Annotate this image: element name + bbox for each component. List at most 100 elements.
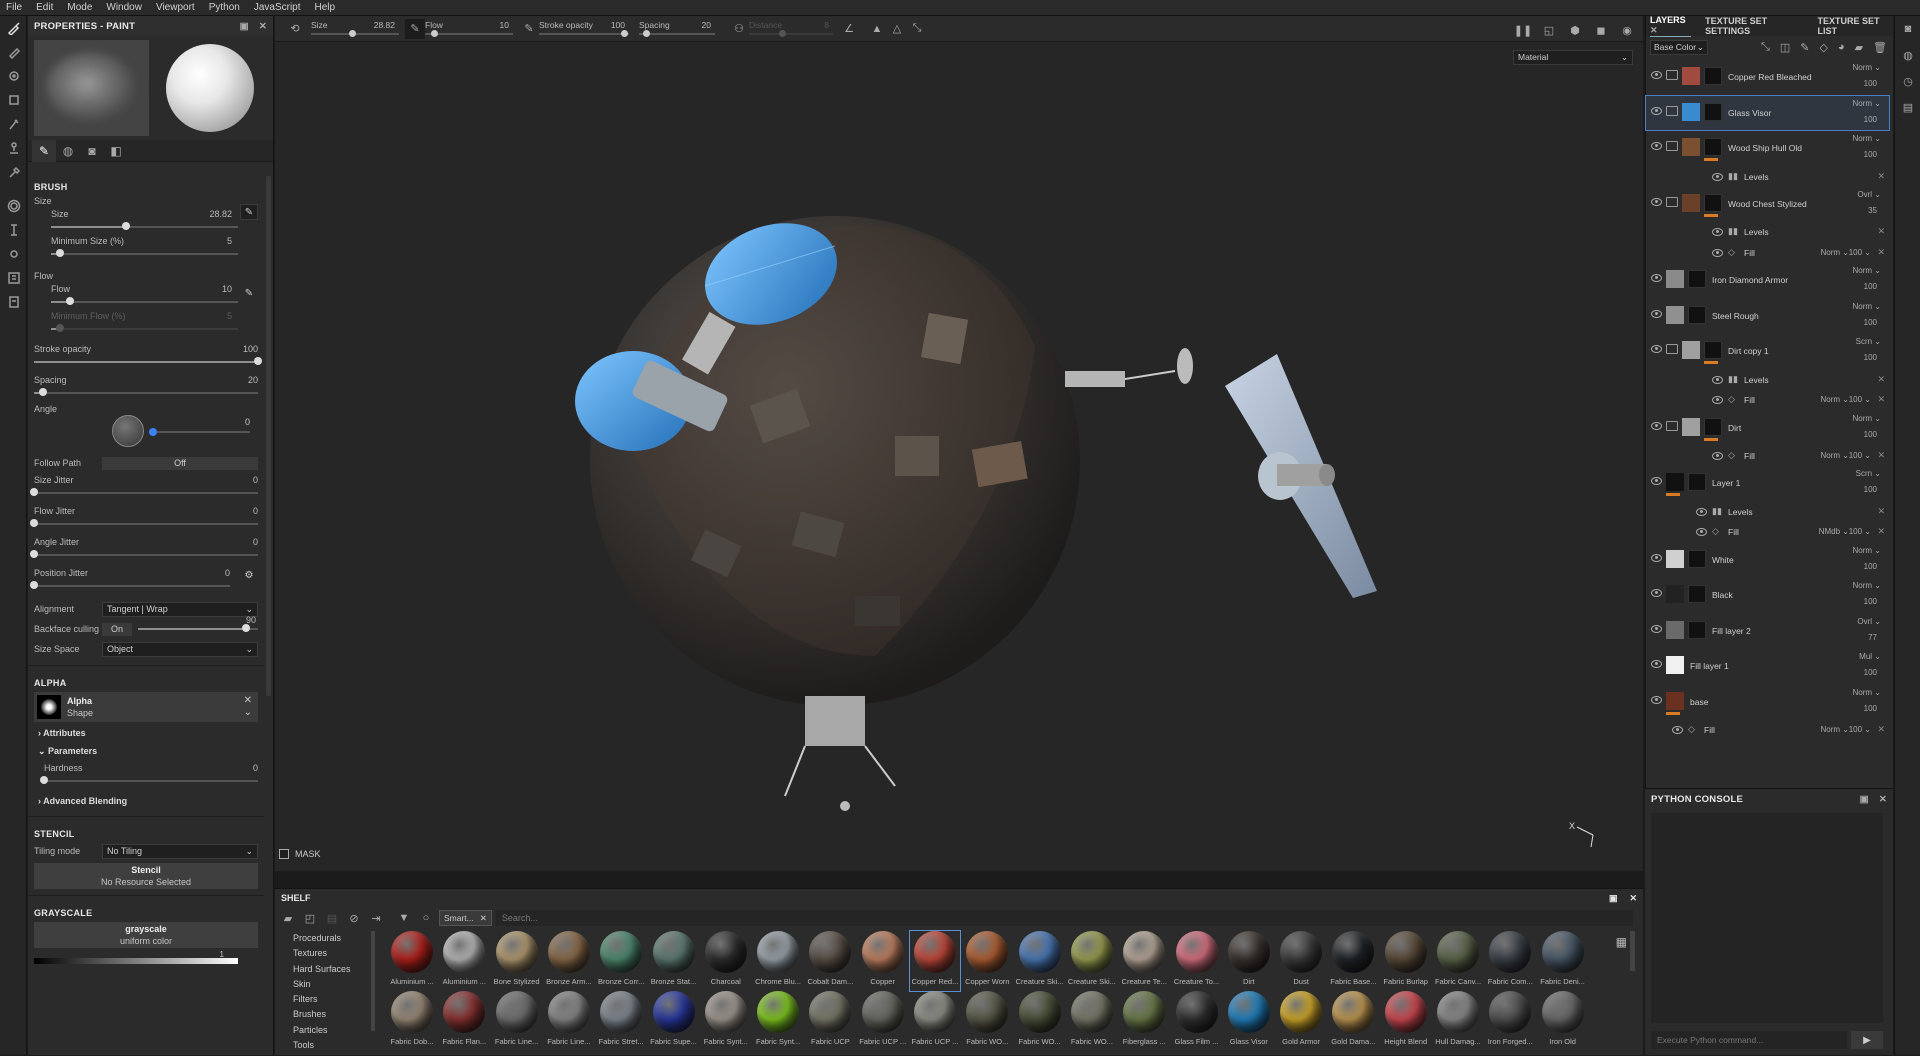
pause-icon[interactable]: ❚❚ bbox=[1513, 20, 1533, 40]
hardness-slider[interactable] bbox=[40, 774, 258, 788]
mirror-symmetry-icon[interactable]: ▲ bbox=[867, 19, 887, 39]
ctx-size-value[interactable]: 28.82 bbox=[374, 20, 395, 30]
new-item-icon[interactable]: ◰ bbox=[301, 909, 319, 927]
size-jitter-value[interactable]: 0 bbox=[253, 475, 258, 485]
category-scrollbar[interactable] bbox=[371, 931, 375, 1031]
layer-opacity[interactable]: 100 bbox=[1864, 704, 1877, 713]
layer-effect-row[interactable]: ▮▮ Levels ✕ bbox=[1646, 222, 1889, 242]
smudge-tool[interactable] bbox=[0, 112, 27, 136]
viewport-3d[interactable]: ⟲ Size 28.82 ✎ Flow 10 ✎ Stroke opacity 100… bbox=[275, 16, 1643, 871]
visibility-eye-icon[interactable] bbox=[1712, 228, 1723, 237]
visibility-eye-icon[interactable] bbox=[1651, 106, 1662, 115]
layer-row[interactable]: Dirt copy 1 Scrn ⌄ 100 bbox=[1646, 334, 1889, 368]
hardness-value[interactable]: 0 bbox=[253, 763, 258, 773]
visibility-eye-icon[interactable] bbox=[1651, 660, 1662, 669]
blend-mode-dropdown[interactable]: Scrn ⌄ bbox=[1856, 469, 1881, 478]
remove-effect-icon[interactable]: ✕ bbox=[1877, 526, 1885, 537]
ctx-flow-value[interactable]: 10 bbox=[500, 20, 509, 30]
layer-row[interactable]: Dirt Norm ⌄ 100 bbox=[1646, 411, 1889, 445]
shelf-material-item[interactable]: Creature Te... bbox=[1119, 931, 1169, 991]
menu-edit[interactable]: Edit bbox=[36, 2, 53, 13]
shelf-material-item[interactable]: Gold Armor bbox=[1276, 991, 1326, 1051]
layer-opacity[interactable]: 35 bbox=[1868, 206, 1877, 215]
menu-window[interactable]: Window bbox=[106, 2, 142, 13]
layer-row[interactable]: Glass Visor Norm ⌄ 100 bbox=[1645, 94, 1890, 131]
blend-mode-dropdown[interactable]: Norm ⌄ bbox=[1853, 63, 1882, 72]
grayscale-value[interactable]: 1 bbox=[220, 950, 224, 959]
backface-angle-value[interactable]: 90 bbox=[246, 615, 256, 625]
size-jitter-slider[interactable] bbox=[30, 486, 258, 500]
history-icon[interactable]: ◷ bbox=[1895, 68, 1920, 94]
layer-opacity[interactable]: 77 bbox=[1868, 633, 1877, 642]
blend-mode-dropdown[interactable]: Norm ⌄ bbox=[1821, 451, 1850, 460]
delete-layer-icon[interactable]: 🗑 bbox=[1873, 41, 1887, 54]
ctx-spacing-value[interactable]: 20 bbox=[702, 20, 711, 30]
advanced-blending-collapsible[interactable]: › Advanced Blending bbox=[28, 792, 264, 810]
layer-row[interactable]: Fill layer 1 Mul ⌄ 100 bbox=[1646, 649, 1889, 683]
ctx-spacing-slider[interactable] bbox=[643, 29, 650, 37]
ctx-stroke-opacity-value[interactable]: 100 bbox=[611, 20, 625, 30]
alignment-dropdown[interactable]: Tangent | Wrap ⌄ bbox=[102, 601, 258, 617]
visibility-eye-icon[interactable] bbox=[1651, 345, 1662, 354]
shelf-material-item[interactable]: Fabric Dob... bbox=[387, 991, 437, 1051]
blend-mode-dropdown[interactable]: Norm ⌄ bbox=[1821, 248, 1850, 257]
close-icon[interactable]: ✕ bbox=[259, 21, 267, 32]
shelf-category-procedurals[interactable]: Procedurals bbox=[293, 931, 375, 946]
menu-file[interactable]: File bbox=[6, 2, 22, 13]
layer-opacity[interactable]: 100 bbox=[1864, 353, 1877, 362]
visibility-eye-icon[interactable] bbox=[1651, 589, 1662, 598]
follow-path-toggle[interactable]: Off bbox=[102, 456, 258, 470]
angle-dial[interactable] bbox=[112, 415, 144, 447]
spacing-value[interactable]: 20 bbox=[248, 375, 258, 385]
shelf-material-item[interactable]: Iron Old bbox=[1538, 991, 1588, 1051]
shelf-material-item[interactable]: Chrome Blu... bbox=[753, 931, 803, 991]
float-icon[interactable]: ▣ bbox=[1860, 794, 1869, 805]
shelf-material-item[interactable]: Dirt bbox=[1224, 931, 1274, 991]
ctx-stroke-opacity-slider[interactable] bbox=[621, 29, 628, 37]
shelf-material-item[interactable]: Fabric Com... bbox=[1485, 931, 1535, 991]
remove-effect-icon[interactable]: ✕ bbox=[1877, 506, 1885, 517]
effect-opacity[interactable]: 100 ⌄ bbox=[1849, 451, 1871, 460]
shelf-material-item[interactable]: Fabric Stret... bbox=[596, 991, 646, 1051]
shelf-material-item[interactable]: Fabric Synt... bbox=[753, 991, 803, 1051]
shelf-material-item[interactable]: Aluminium ... bbox=[387, 931, 437, 991]
layer-opacity[interactable]: 100 bbox=[1864, 150, 1877, 159]
shelf-material-item[interactable]: Creature Ski... bbox=[1015, 931, 1065, 991]
flow-jitter-slider[interactable] bbox=[30, 517, 258, 531]
blend-mode-dropdown[interactable]: Mul ⌄ bbox=[1859, 652, 1881, 661]
visibility-eye-icon[interactable] bbox=[1712, 375, 1723, 384]
shelf-material-item[interactable]: Fabric Synt... bbox=[701, 991, 751, 1051]
shelf-material-item[interactable]: Bronze Corr... bbox=[596, 931, 646, 991]
parameters-collapsible[interactable]: ⌄ Parameters bbox=[28, 742, 264, 761]
shelf-material-item[interactable]: Hull Damag... bbox=[1433, 991, 1483, 1051]
effect-opacity[interactable]: 100 ⌄ bbox=[1849, 527, 1871, 536]
screenshot-icon[interactable]: ◉ bbox=[1617, 20, 1637, 40]
save-icon[interactable]: ▤ bbox=[323, 909, 341, 927]
layer-row[interactable]: Steel Rough Norm ⌄ 100 bbox=[1646, 299, 1889, 333]
flow-jitter-value[interactable]: 0 bbox=[253, 506, 258, 516]
blend-mode-dropdown[interactable]: Norm ⌄ bbox=[1821, 725, 1850, 734]
ctx-pen-icon[interactable]: ✎ bbox=[405, 18, 425, 39]
jitter-settings-icon[interactable]: ⚙ bbox=[240, 567, 258, 583]
backface-culling-toggle[interactable]: On bbox=[102, 622, 132, 636]
stroke-opacity-slider[interactable] bbox=[34, 355, 262, 369]
visibility-eye-icon[interactable] bbox=[1651, 421, 1662, 430]
shelf-material-item[interactable]: Fabric Line... bbox=[544, 991, 594, 1051]
remove-effect-icon[interactable]: ✕ bbox=[1877, 724, 1885, 735]
blend-mode-dropdown[interactable]: Norm ⌄ bbox=[1853, 266, 1882, 275]
attributes-collapsible[interactable]: › Attributes bbox=[28, 724, 264, 742]
shelf-material-item[interactable]: Fabric Base... bbox=[1328, 931, 1378, 991]
shelf-category-brushes[interactable]: Brushes bbox=[293, 1007, 375, 1022]
size-space-dropdown[interactable]: Object ⌄ bbox=[102, 641, 258, 657]
remove-effect-icon[interactable]: ✕ bbox=[1877, 374, 1885, 385]
shelf-material-item[interactable]: Fabric WO... bbox=[1015, 991, 1065, 1051]
visibility-eye-icon[interactable] bbox=[1651, 309, 1662, 318]
layer-opacity[interactable]: 100 bbox=[1864, 282, 1877, 291]
layer-row[interactable]: Black Norm ⌄ 100 bbox=[1646, 578, 1889, 612]
blend-mode-dropdown[interactable]: Scrn ⌄ bbox=[1856, 337, 1881, 346]
polygon-fill-tool[interactable] bbox=[0, 242, 27, 266]
angle-jitter-value[interactable]: 0 bbox=[253, 537, 258, 547]
transform-icon[interactable]: ⤡ bbox=[907, 19, 927, 39]
add-paint-layer-icon[interactable]: ✎ bbox=[1800, 41, 1809, 54]
paint-brush-tool[interactable] bbox=[0, 16, 27, 40]
